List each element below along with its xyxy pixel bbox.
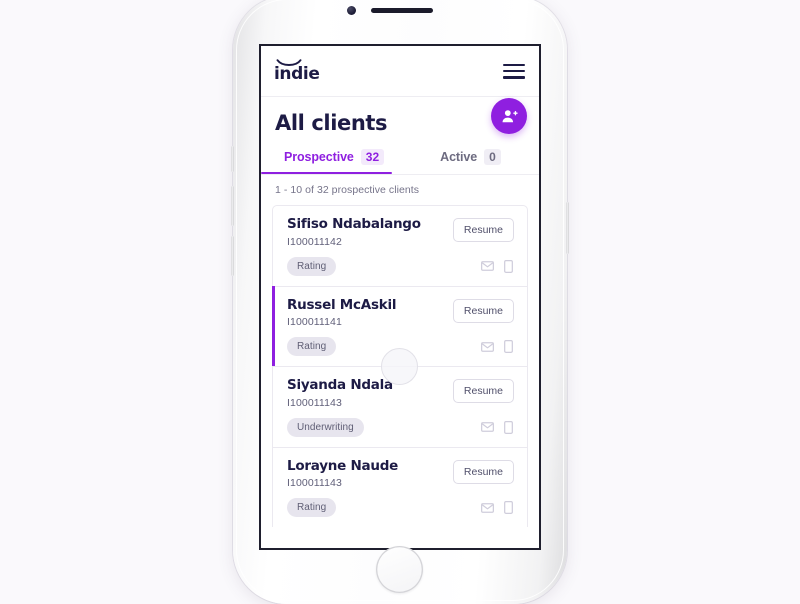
camera-dot <box>347 6 356 15</box>
client-id: I100011143 <box>287 396 342 409</box>
card-contact-icons <box>481 259 514 273</box>
tab-prospective[interactable]: Prospective 32 <box>284 149 385 174</box>
envelope-icon[interactable] <box>481 341 494 352</box>
hamburger-line <box>503 69 525 73</box>
client-id: I100011143 <box>287 477 342 490</box>
list-summary: 1 - 10 of 32 prospective clients <box>275 184 420 196</box>
card-bottom-row: Rating <box>287 498 514 518</box>
active-tab-underline <box>261 172 392 174</box>
mobile-phone-icon[interactable] <box>504 501 513 515</box>
add-client-button[interactable] <box>491 98 527 134</box>
client-identity: Siyanda Ndala I100011143 <box>287 378 393 409</box>
add-user-icon <box>502 109 518 122</box>
mobile-phone-icon[interactable] <box>504 340 513 353</box>
card-contact-icons <box>481 340 514 353</box>
hamburger-line <box>503 75 525 79</box>
status-badge: Rating <box>287 337 337 357</box>
card-bottom-row: Underwriting <box>287 417 514 437</box>
client-list: Sifiso Ndabalango I100011142 Resume Rati… <box>261 205 539 528</box>
app-viewport[interactable]: indie All clients Prospective 32 Active … <box>261 46 539 548</box>
card-contact-icons <box>481 501 514 515</box>
client-identity: Russel McAskil I100011141 <box>287 296 397 329</box>
card-top-row: Russel McAskil I100011141 Resume <box>287 296 514 329</box>
table-row[interactable]: Sifiso Ndabalango I100011142 Resume Rati… <box>272 205 528 286</box>
table-row[interactable]: Siyanda Ndala I100011143 Resume Underwri… <box>272 366 528 447</box>
app-bar: indie <box>261 46 539 97</box>
tabs-baseline-divider <box>261 174 539 175</box>
status-badge: Rating <box>287 498 337 518</box>
client-id: I100011142 <box>287 235 342 248</box>
volume-up-button[interactable] <box>231 186 234 226</box>
power-button[interactable] <box>566 202 569 254</box>
volume-down-button[interactable] <box>231 236 234 276</box>
status-badge: Rating <box>287 256 337 276</box>
client-name: Lorayne Naude <box>287 457 399 474</box>
tab-prospective-count: 32 <box>360 149 385 165</box>
envelope-icon[interactable] <box>481 261 494 271</box>
table-row[interactable]: Russel McAskil I100011141 Resume Rating <box>272 285 528 367</box>
hamburger-menu-icon[interactable] <box>503 63 525 79</box>
client-identity: Lorayne Naude I100011143 <box>287 457 399 490</box>
tab-active-label: Active <box>440 150 478 164</box>
client-tabs: Prospective 32 Active 0 <box>261 149 525 174</box>
client-identity: Sifiso Ndabalango I100011142 <box>287 216 421 248</box>
client-name: Russel McAskil <box>287 296 397 313</box>
tab-active-count: 0 <box>484 149 501 165</box>
resume-button[interactable]: Resume <box>452 298 514 323</box>
indie-logo[interactable]: indie <box>274 59 320 84</box>
page-header: All clients Prospective 32 Active 0 <box>261 97 539 175</box>
client-name: Sifiso Ndabalango <box>287 216 421 232</box>
resume-button[interactable]: Resume <box>452 459 514 484</box>
tab-active[interactable]: Active 0 <box>440 149 501 174</box>
mobile-phone-icon[interactable] <box>504 420 513 434</box>
card-contact-icons <box>481 420 514 434</box>
mobile-phone-icon[interactable] <box>504 259 513 273</box>
mute-switch[interactable] <box>231 146 234 172</box>
phone-device: indie All clients Prospective 32 Active … <box>231 0 569 604</box>
card-top-row: Sifiso Ndabalango I100011142 Resume <box>287 216 514 248</box>
logo-text: indie <box>274 64 320 84</box>
status-badge: Underwriting <box>287 417 364 437</box>
card-top-row: Lorayne Naude I100011143 Resume <box>287 457 514 490</box>
resume-button[interactable]: Resume <box>452 218 514 242</box>
phone-screen: indie All clients Prospective 32 Active … <box>259 44 541 550</box>
hamburger-line <box>503 63 525 67</box>
speaker-grille <box>371 8 433 13</box>
card-top-row: Siyanda Ndala I100011143 Resume <box>287 378 514 409</box>
card-bottom-row: Rating <box>287 256 514 276</box>
client-id: I100011141 <box>287 316 342 329</box>
resume-button[interactable]: Resume <box>452 379 514 404</box>
envelope-icon[interactable] <box>481 422 494 432</box>
tab-prospective-label: Prospective <box>284 150 354 164</box>
envelope-icon[interactable] <box>481 502 494 513</box>
card-bottom-row: Rating <box>287 337 514 357</box>
client-name: Siyanda Ndala <box>287 377 393 394</box>
page-title: All clients <box>275 111 388 135</box>
home-button[interactable] <box>376 546 423 593</box>
table-row[interactable]: Lorayne Naude I100011143 Resume Rating <box>272 446 528 528</box>
